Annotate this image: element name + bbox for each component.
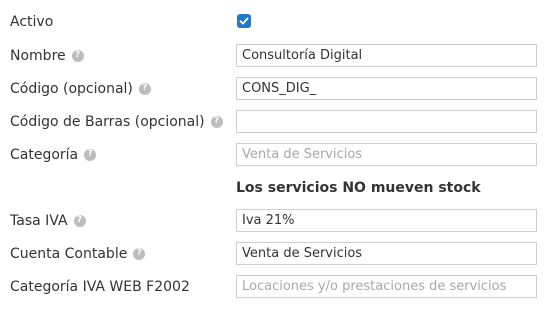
tasa-iva-label: Tasa IVA ? bbox=[10, 213, 86, 229]
categoria-iva-web-label-text: Categoría IVA WEB F2002 bbox=[10, 278, 190, 295]
cuenta-contable-label: Cuenta Contable ? bbox=[10, 245, 146, 262]
codigo-barras-label-text: Código de Barras (opcional) bbox=[10, 113, 205, 130]
categoria-iva-web-label: Categoría IVA WEB F2002 bbox=[10, 279, 190, 295]
codigo-barras-input[interactable] bbox=[236, 110, 537, 133]
activo-label-text: Activo bbox=[10, 13, 54, 30]
categoria-select[interactable]: Venta de Servicios bbox=[236, 143, 537, 166]
codigo-barras-label: Código de Barras (opcional) ? bbox=[10, 114, 223, 130]
question-circle-icon[interactable]: ? bbox=[71, 49, 84, 62]
codigo-label-text: Código (opcional) bbox=[10, 80, 133, 97]
row-codigo: Código (opcional) ? CONS_DIG_ bbox=[0, 72, 553, 105]
categoria-label: Categoría ? bbox=[10, 146, 97, 163]
codigo-input[interactable]: CONS_DIG_ bbox=[236, 77, 537, 100]
nombre-label: Nombre ? bbox=[10, 48, 84, 64]
question-circle-icon[interactable]: ? bbox=[210, 115, 223, 128]
question-circle-icon[interactable]: ? bbox=[138, 82, 151, 95]
activo-checkbox[interactable] bbox=[237, 14, 251, 28]
product-form: Activo Nombre ? Consultoría Digital Códi… bbox=[0, 0, 553, 310]
categoria-label-text: Categoría bbox=[10, 146, 79, 163]
cuenta-contable-select[interactable]: Venta de Servicios bbox=[236, 242, 537, 265]
row-cuenta-contable: Cuenta Contable ? Venta de Servicios bbox=[0, 237, 553, 270]
row-categoria: Categoría ? Venta de Servicios bbox=[0, 138, 553, 171]
row-codigo-barras: Código de Barras (opcional) ? bbox=[0, 105, 553, 138]
tasa-iva-select[interactable]: Iva 21% bbox=[236, 209, 537, 232]
stock-notice: Los servicios NO mueven stock bbox=[236, 179, 481, 196]
row-categoria-iva-web: Categoría IVA WEB F2002 Locaciones y/o p… bbox=[0, 270, 553, 303]
nombre-label-text: Nombre bbox=[10, 47, 66, 64]
row-stock-notice: Los servicios NO mueven stock bbox=[0, 171, 553, 204]
nombre-input[interactable]: Consultoría Digital bbox=[236, 44, 537, 67]
question-circle-icon[interactable]: ? bbox=[133, 247, 146, 260]
codigo-label: Código (opcional) ? bbox=[10, 81, 151, 97]
activo-label: Activo bbox=[10, 14, 53, 30]
row-nombre: Nombre ? Consultoría Digital bbox=[0, 39, 553, 72]
question-circle-icon[interactable]: ? bbox=[73, 214, 86, 227]
row-activo: Activo bbox=[0, 5, 553, 38]
question-circle-icon[interactable]: ? bbox=[84, 148, 97, 161]
cuenta-contable-label-text: Cuenta Contable bbox=[10, 245, 128, 262]
checkmark-icon bbox=[239, 17, 249, 25]
categoria-iva-web-select[interactable]: Locaciones y/o prestaciones de servicios bbox=[236, 275, 537, 298]
tasa-iva-label-text: Tasa IVA bbox=[10, 212, 68, 229]
row-tasa-iva: Tasa IVA ? Iva 21% bbox=[0, 204, 553, 237]
